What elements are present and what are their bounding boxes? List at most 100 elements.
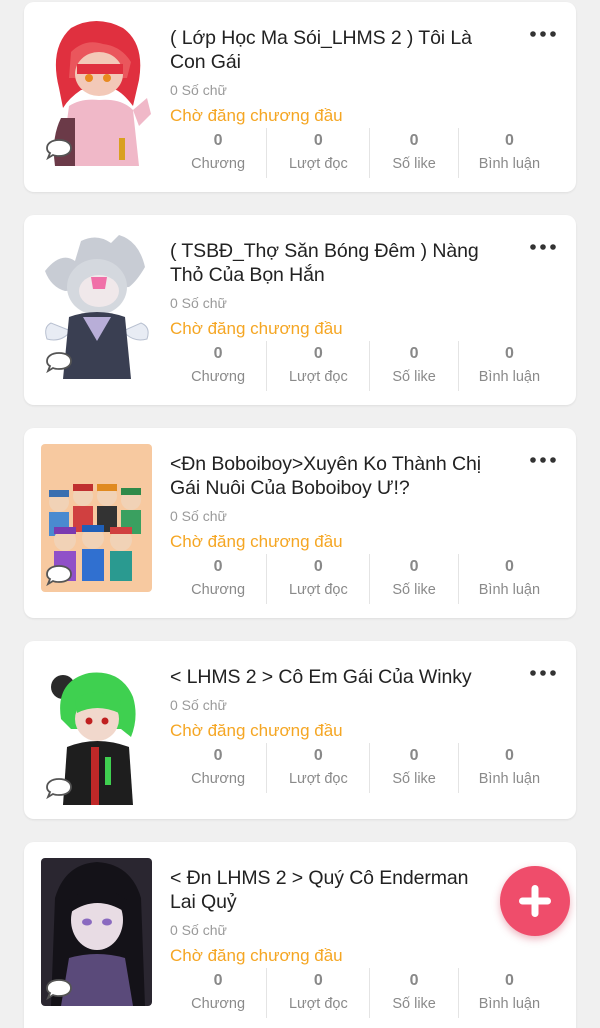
- likes-label: Số like: [392, 369, 436, 385]
- comment-icon: [46, 979, 72, 1000]
- stat-likes: 0 Số like: [369, 743, 457, 793]
- comment-icon: [46, 565, 72, 586]
- likes-count: 0: [409, 747, 419, 764]
- stat-likes: 0 Số like: [369, 128, 457, 178]
- comment-icon: [46, 352, 72, 373]
- story-status: Chờ đăng chương đầu: [170, 721, 343, 740]
- stats-row: 0 Chương 0 Lượt đọc 0 Số like 0 Bình luậ…: [170, 128, 560, 178]
- likes-count: 0: [409, 345, 419, 362]
- more-options-icon[interactable]: [528, 663, 558, 683]
- chapters-label: Chương: [191, 996, 246, 1012]
- comments-label: Bình luận: [478, 369, 541, 385]
- stat-chapters: 0 Chương: [170, 968, 266, 1018]
- likes-label: Số like: [392, 156, 436, 172]
- likes-label: Số like: [392, 771, 436, 787]
- stat-reads: 0 Lượt đọc: [266, 743, 369, 793]
- reads-label: Lượt đọc: [288, 582, 348, 598]
- chapters-label: Chương: [191, 156, 246, 172]
- stats-row: 0 Chương 0 Lượt đọc 0 Số like 0 Bình luậ…: [170, 341, 560, 391]
- stats-row: 0 Chương 0 Lượt đọc 0 Số like 0 Bình luậ…: [170, 968, 560, 1018]
- stat-chapters: 0 Chương: [170, 554, 266, 604]
- chapters-label: Chương: [191, 369, 246, 385]
- stat-comments: 0 Bình luận: [457, 341, 560, 391]
- likes-label: Số like: [392, 996, 436, 1012]
- stat-comments: 0 Bình luận: [457, 554, 560, 604]
- story-status: Chờ đăng chương đầu: [170, 532, 343, 551]
- likes-label: Số like: [392, 582, 436, 598]
- reads-count: 0: [313, 132, 323, 149]
- story-title[interactable]: ( TSBĐ_Thợ Săn Bóng Đêm ) Nàng Thỏ Của B…: [170, 239, 510, 287]
- story-title[interactable]: < Đn LHMS 2 > Quý Cô Enderman Lai Quỷ: [170, 866, 486, 914]
- more-options-icon[interactable]: [528, 24, 558, 44]
- reads-count: 0: [313, 558, 323, 575]
- word-count: 0 Số chữ: [170, 697, 227, 713]
- story-cover[interactable]: [41, 18, 152, 166]
- comment-icon: [46, 778, 72, 799]
- stat-reads: 0 Lượt đọc: [266, 968, 369, 1018]
- reads-label: Lượt đọc: [288, 996, 348, 1012]
- chapters-count: 0: [213, 972, 223, 989]
- comments-count: 0: [504, 972, 514, 989]
- comments-label: Bình luận: [478, 156, 541, 172]
- add-story-button[interactable]: [500, 866, 570, 936]
- story-card[interactable]: ( TSBĐ_Thợ Săn Bóng Đêm ) Nàng Thỏ Của B…: [24, 215, 576, 405]
- reads-label: Lượt đọc: [288, 771, 348, 787]
- chapters-label: Chương: [191, 771, 246, 787]
- story-card[interactable]: < Đn LHMS 2 > Quý Cô Enderman Lai Quỷ 0 …: [24, 842, 576, 1028]
- reads-count: 0: [313, 972, 323, 989]
- comments-count: 0: [504, 747, 514, 764]
- story-card[interactable]: <Đn Boboiboy>Xuyên Ko Thành Chị Gái Nuôi…: [24, 428, 576, 618]
- story-cover[interactable]: [41, 444, 152, 592]
- stat-reads: 0 Lượt đọc: [266, 128, 369, 178]
- likes-count: 0: [409, 972, 419, 989]
- story-cover[interactable]: [41, 657, 152, 805]
- comments-label: Bình luận: [478, 582, 541, 598]
- chapters-label: Chương: [191, 582, 246, 598]
- comments-label: Bình luận: [478, 771, 541, 787]
- word-count: 0 Số chữ: [170, 508, 227, 524]
- story-status: Chờ đăng chương đầu: [170, 946, 343, 965]
- more-options-icon[interactable]: [528, 450, 558, 470]
- reads-label: Lượt đọc: [288, 156, 348, 172]
- story-status: Chờ đăng chương đầu: [170, 319, 343, 338]
- chapters-count: 0: [213, 132, 223, 149]
- comments-count: 0: [504, 132, 514, 149]
- story-title[interactable]: ( Lớp Học Ma Sói_LHMS 2 ) Tôi Là Con Gái: [170, 26, 510, 74]
- story-card[interactable]: ( Lớp Học Ma Sói_LHMS 2 ) Tôi Là Con Gái…: [24, 2, 576, 192]
- comments-count: 0: [504, 345, 514, 362]
- story-list: ( Lớp Học Ma Sói_LHMS 2 ) Tôi Là Con Gái…: [0, 0, 600, 1028]
- stat-comments: 0 Bình luận: [457, 968, 560, 1018]
- stat-chapters: 0 Chương: [170, 128, 266, 178]
- chapters-count: 0: [213, 747, 223, 764]
- story-title[interactable]: < LHMS 2 > Cô Em Gái Của Winky: [170, 665, 510, 689]
- chapters-count: 0: [213, 345, 223, 362]
- stat-likes: 0 Số like: [369, 554, 457, 604]
- comments-count: 0: [504, 558, 514, 575]
- story-card[interactable]: < LHMS 2 > Cô Em Gái Của Winky 0 Số chữ …: [24, 641, 576, 819]
- story-title[interactable]: <Đn Boboiboy>Xuyên Ko Thành Chị Gái Nuôi…: [170, 452, 510, 500]
- stat-chapters: 0 Chương: [170, 341, 266, 391]
- plus-icon: [519, 885, 551, 917]
- stat-comments: 0 Bình luận: [457, 743, 560, 793]
- stat-reads: 0 Lượt đọc: [266, 554, 369, 604]
- comments-label: Bình luận: [478, 996, 541, 1012]
- story-cover[interactable]: [41, 858, 152, 1006]
- stat-likes: 0 Số like: [369, 341, 457, 391]
- likes-count: 0: [409, 132, 419, 149]
- more-options-icon[interactable]: [528, 237, 558, 257]
- word-count: 0 Số chữ: [170, 295, 227, 311]
- likes-count: 0: [409, 558, 419, 575]
- comment-icon: [46, 139, 72, 160]
- word-count: 0 Số chữ: [170, 922, 227, 938]
- word-count: 0 Số chữ: [170, 82, 227, 98]
- reads-count: 0: [313, 747, 323, 764]
- reads-count: 0: [313, 345, 323, 362]
- story-cover[interactable]: [41, 231, 152, 379]
- chapters-count: 0: [213, 558, 223, 575]
- stat-comments: 0 Bình luận: [457, 128, 560, 178]
- stat-chapters: 0 Chương: [170, 743, 266, 793]
- stat-likes: 0 Số like: [369, 968, 457, 1018]
- stat-reads: 0 Lượt đọc: [266, 341, 369, 391]
- stats-row: 0 Chương 0 Lượt đọc 0 Số like 0 Bình luậ…: [170, 743, 560, 793]
- reads-label: Lượt đọc: [288, 369, 348, 385]
